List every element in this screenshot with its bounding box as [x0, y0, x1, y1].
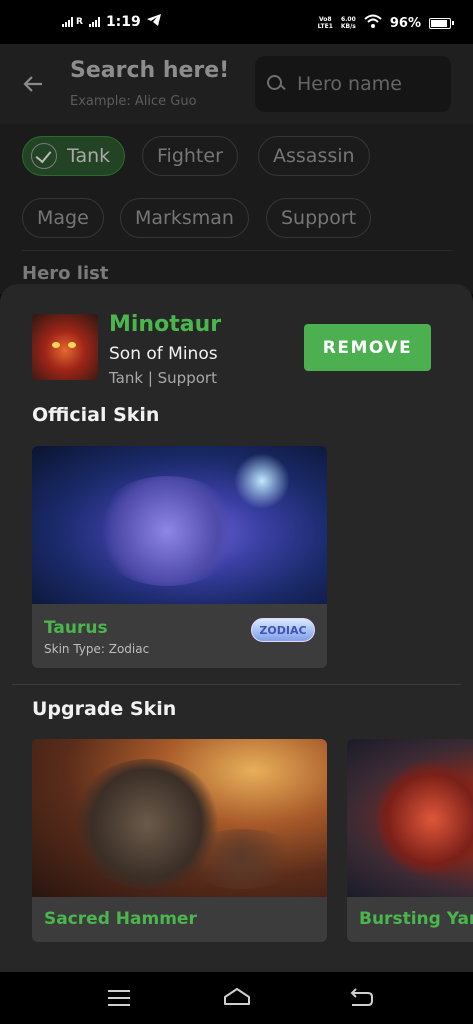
- status-bar: R 1:19 Vo8 LTE1 6.00 KB/s 96%: [0, 0, 473, 44]
- system-nav-bar: [0, 972, 473, 1024]
- filter-chip-mage[interactable]: Mage: [22, 198, 104, 238]
- network-top: Vo8: [318, 16, 332, 23]
- search-example: Example: Alice Guo: [70, 94, 197, 109]
- filter-chip-marksman[interactable]: Marksman: [120, 198, 249, 238]
- divider: [22, 250, 452, 251]
- filter-chip-label: Support: [281, 207, 357, 229]
- skin-card-taurus[interactable]: Taurus Skin Type: Zodiac ZODIAC: [32, 446, 327, 668]
- home-icon[interactable]: [222, 984, 252, 1012]
- check-icon: [31, 143, 57, 169]
- network-bottom: LTE1: [317, 23, 333, 30]
- filter-chip-label: Marksman: [135, 207, 234, 229]
- network-speed: 6.00 KB/s: [341, 16, 356, 30]
- battery-icon: [429, 17, 454, 29]
- battery-fill: [431, 19, 448, 27]
- hero-list-label: Hero list: [22, 263, 109, 284]
- skin-name: Sacred Hammer: [44, 909, 197, 929]
- hero-title: Son of Minos: [109, 344, 218, 364]
- filter-chip-tank[interactable]: Tank: [22, 136, 126, 176]
- skin-image: [32, 446, 327, 604]
- signal-icon-2: [88, 17, 100, 27]
- remove-button[interactable]: REMOVE: [304, 324, 431, 371]
- hero-detail-sheet: Minotaur Son of Minos Tank | Support REM…: [0, 284, 473, 972]
- filter-chip-label: Assassin: [273, 145, 355, 167]
- hero-search-input[interactable]: Hero name: [255, 56, 451, 112]
- status-left: R 1:19: [62, 14, 161, 30]
- section-divider: [12, 684, 461, 685]
- network-type: Vo8 LTE1: [318, 16, 333, 30]
- upgrade-skin-title: Upgrade Skin: [32, 698, 177, 720]
- search-page-background: Search here! Example: Alice Guo Hero nam…: [0, 44, 473, 294]
- filter-chip-label: Tank: [67, 145, 111, 167]
- status-right: Vo8 LTE1 6.00 KB/s 96%: [318, 14, 454, 32]
- back-nav-icon[interactable]: [346, 984, 376, 1012]
- battery-percent: 96%: [389, 15, 421, 31]
- menu-icon[interactable]: [104, 984, 134, 1012]
- status-time: 1:19: [105, 14, 141, 30]
- skin-image: [347, 739, 473, 897]
- skin-image: [32, 739, 327, 897]
- hero-name: Minotaur: [109, 312, 222, 337]
- search-header: Search here! Example: Alice Guo Hero nam…: [0, 44, 473, 124]
- hero-avatar: [32, 314, 98, 380]
- skin-type: Skin Type: Zodiac: [44, 642, 150, 656]
- speed-value: 6.00: [340, 16, 356, 23]
- filter-chip-fighter[interactable]: Fighter: [142, 136, 238, 176]
- skin-card-sacred-hammer[interactable]: Sacred Hammer: [32, 739, 327, 942]
- filter-chip-assassin[interactable]: Assassin: [258, 136, 370, 176]
- speed-unit: KB/s: [340, 23, 356, 30]
- hero-search-placeholder: Hero name: [297, 73, 402, 95]
- skin-name: Taurus: [44, 618, 108, 638]
- signal-icon: [62, 17, 73, 27]
- back-arrow-icon[interactable]: [22, 72, 46, 102]
- search-title: Search here!: [70, 58, 230, 83]
- official-skin-title: Official Skin: [32, 404, 160, 426]
- search-icon: [267, 75, 285, 93]
- zodiac-badge: ZODIAC: [251, 618, 315, 642]
- filter-chip-label: Fighter: [157, 145, 223, 167]
- wifi-icon: [364, 14, 382, 32]
- skin-name: Bursting Yama: [359, 909, 473, 929]
- telegram-icon: [146, 14, 161, 30]
- filter-chip-label: Mage: [37, 207, 89, 229]
- filter-chip-support[interactable]: Support: [266, 198, 372, 238]
- signal-roaming-label: R: [76, 17, 83, 27]
- skin-card-bursting-yama[interactable]: Bursting Yama: [347, 739, 473, 942]
- hero-roles: Tank | Support: [109, 369, 217, 387]
